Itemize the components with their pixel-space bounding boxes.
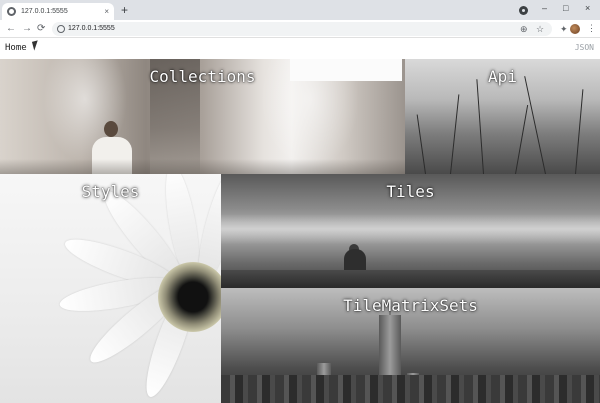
home-link[interactable]: Home	[5, 43, 27, 53]
tile-image-grass	[575, 89, 584, 174]
tab-close-icon[interactable]: ×	[104, 7, 109, 16]
tile-image-grass	[524, 76, 546, 174]
tile-label-tiles: Tiles	[386, 182, 435, 201]
back-button[interactable]: ←	[6, 22, 16, 36]
globe-icon	[7, 7, 16, 16]
tile-image-daisy-center	[158, 262, 221, 332]
tile-image-skyline	[221, 375, 600, 403]
tile-image-grass	[416, 114, 426, 174]
address-url[interactable]: 127.0.0.1:5555	[68, 24, 115, 34]
zoom-icon[interactable]: ⊕	[520, 23, 528, 35]
tile-image-floor	[0, 159, 405, 174]
address-bar[interactable]: 127.0.0.1:5555 ⊕ ☆	[52, 22, 552, 36]
forward-button[interactable]: →	[22, 22, 32, 36]
bookmark-star-icon[interactable]: ☆	[536, 23, 544, 35]
minimize-button[interactable]: –	[542, 2, 547, 14]
tile-image-person	[104, 121, 118, 137]
tab-title: 127.0.0.1:5555	[21, 8, 68, 15]
browser-toolbar: ← → ⟳ 127.0.0.1:5555 ⊕ ☆ ✦ ⋮	[0, 20, 600, 38]
tile-styles[interactable]: Styles	[0, 174, 221, 403]
tile-image-rock	[221, 270, 600, 288]
tile-label-api: Api	[488, 67, 517, 86]
tile-tilematrixsets[interactable]: TileMatrixSets	[221, 288, 600, 403]
maximize-button[interactable]: □	[563, 2, 568, 14]
extensions-icon[interactable]: ✦	[560, 23, 568, 35]
browser-menu-icon[interactable]: ⋮	[587, 22, 596, 34]
tile-collections[interactable]: Collections	[0, 59, 405, 174]
browser-tab-strip: 127.0.0.1:5555 × + – □ ×	[0, 0, 600, 20]
json-link[interactable]: JSON	[575, 43, 594, 52]
tile-tiles[interactable]: Tiles	[221, 174, 600, 288]
tile-image-mist	[221, 214, 600, 244]
reload-button[interactable]: ⟳	[37, 22, 45, 36]
page-nav: Home JSON	[0, 39, 600, 59]
site-info-icon[interactable]	[57, 25, 65, 33]
browser-tab[interactable]: 127.0.0.1:5555 ×	[2, 3, 114, 20]
tile-image-grass	[476, 79, 484, 174]
tile-label-tilematrixsets: TileMatrixSets	[343, 296, 478, 315]
media-control-icon[interactable]	[519, 6, 528, 15]
tile-image-grass	[515, 104, 529, 174]
profile-avatar[interactable]	[570, 24, 580, 34]
tile-image-grass	[450, 94, 460, 174]
tile-label-collections: Collections	[149, 67, 256, 86]
tile-label-styles: Styles	[81, 182, 140, 201]
new-tab-button[interactable]: +	[121, 3, 128, 17]
tile-api[interactable]: Api	[405, 59, 600, 174]
close-window-button[interactable]: ×	[585, 2, 590, 14]
